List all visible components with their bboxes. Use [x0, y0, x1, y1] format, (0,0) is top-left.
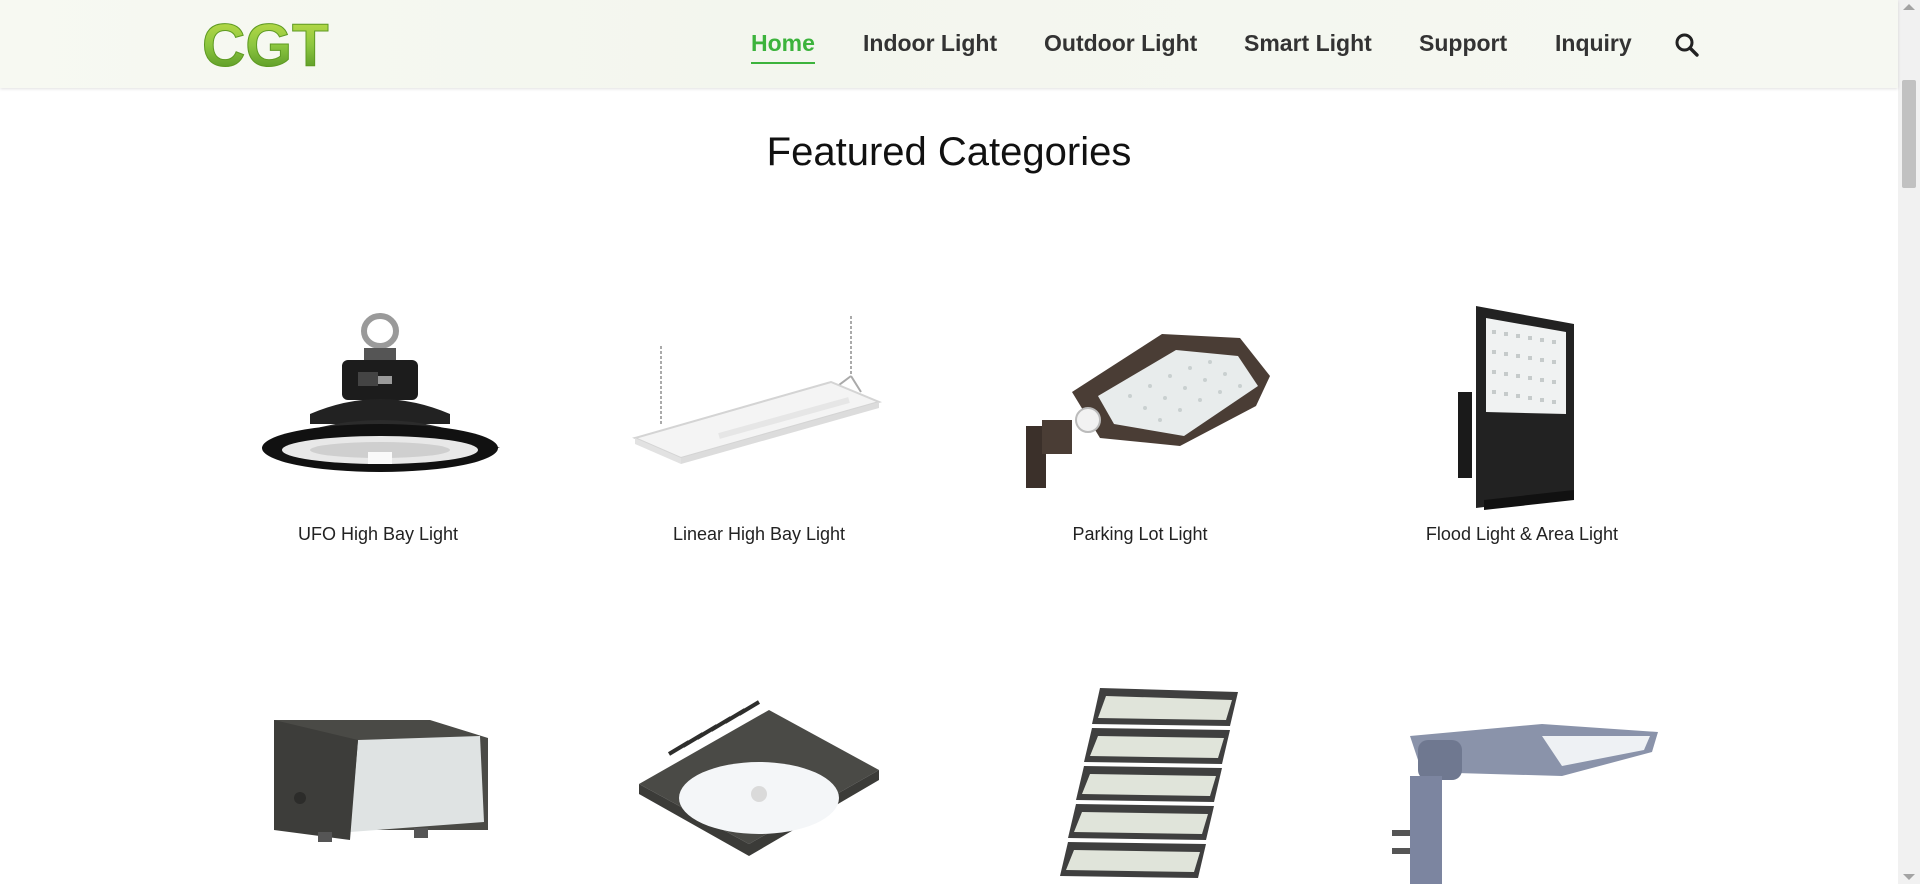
- wall-pack-light-image[interactable]: [218, 680, 538, 884]
- nav-smart-light[interactable]: Smart Light: [1244, 28, 1372, 58]
- page-scrollbar[interactable]: [1898, 0, 1920, 884]
- ufo-high-bay-light-image[interactable]: [218, 296, 538, 536]
- category-label[interactable]: Parking Lot Light: [980, 524, 1300, 545]
- canopy-light-image[interactable]: [599, 680, 919, 884]
- nav-outdoor-light[interactable]: Outdoor Light: [1044, 28, 1197, 58]
- cgt-logo[interactable]: CGT: [200, 12, 348, 80]
- nav-inquiry[interactable]: Inquiry: [1555, 28, 1632, 58]
- search-icon[interactable]: [1674, 32, 1700, 58]
- section-title: Featured Categories: [766, 130, 1132, 174]
- logo-icon: CGT: [202, 12, 330, 80]
- nav-indoor-light[interactable]: Indoor Light: [863, 28, 997, 58]
- flood-light-image[interactable]: [1362, 296, 1682, 536]
- svg-text:CGT: CGT: [202, 16, 329, 72]
- parking-lot-light-image[interactable]: [980, 296, 1300, 536]
- scroll-up-icon[interactable]: [1903, 4, 1915, 10]
- street-light-image[interactable]: [1362, 680, 1682, 884]
- stadium-light-image[interactable]: [980, 680, 1300, 884]
- category-label[interactable]: Flood Light & Area Light: [1362, 524, 1682, 545]
- linear-high-bay-light-image[interactable]: [599, 296, 919, 536]
- scroll-down-icon[interactable]: [1903, 874, 1915, 880]
- site-header: CGT Home Indoor Light Outdoor Light Smar…: [0, 0, 1898, 88]
- category-label[interactable]: Linear High Bay Light: [599, 524, 919, 545]
- nav-home[interactable]: Home: [751, 28, 815, 64]
- category-label[interactable]: UFO High Bay Light: [218, 524, 538, 545]
- nav-support[interactable]: Support: [1419, 28, 1507, 58]
- scrollbar-thumb[interactable]: [1902, 80, 1916, 188]
